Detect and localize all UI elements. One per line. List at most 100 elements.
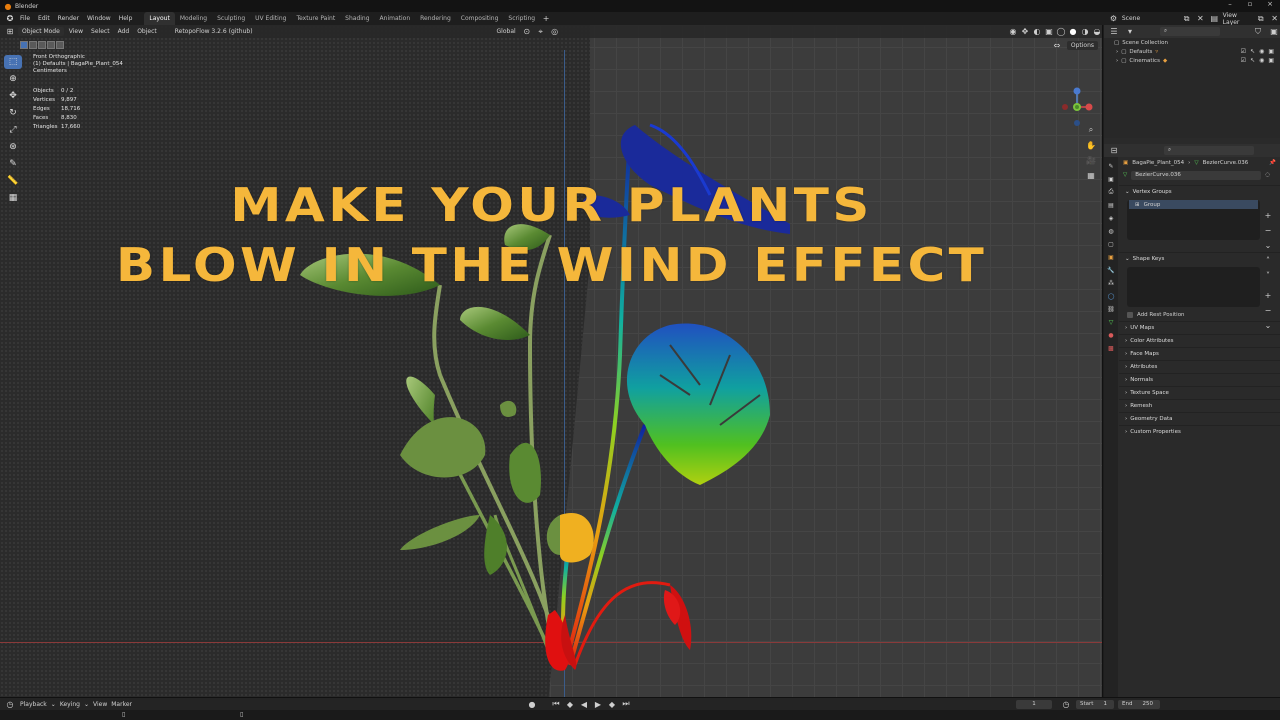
start-frame-field[interactable]: Start 1 [1076, 699, 1114, 709]
annotate-icon[interactable]: ✎ [4, 157, 22, 171]
camera-icon[interactable]: 🎥 [1085, 154, 1097, 166]
vertex-groups-header[interactable]: ⌄ Vertex Groups [1119, 185, 1280, 198]
select-box-icon[interactable]: ⬚ [4, 55, 22, 69]
outliner-root[interactable]: ▢ Scene Collection [1104, 38, 1280, 47]
orientation-select[interactable]: Global [494, 27, 519, 36]
navigation-gizmo[interactable] [1058, 55, 1098, 127]
face-maps-header[interactable]: › Face Maps [1119, 347, 1280, 360]
menu-help[interactable]: Help [115, 12, 137, 25]
cursor-icon[interactable]: ⊕ [4, 72, 22, 86]
uv-maps-header[interactable]: › UV Maps [1119, 321, 1280, 334]
jump-start-icon[interactable]: ⏮ [550, 698, 562, 710]
retopoflow-menu[interactable]: RetopoFlow 3.2.6 (github) [172, 27, 256, 36]
tab-scripting[interactable]: Scripting [503, 12, 540, 25]
data-tab-icon[interactable]: ▽ [1106, 317, 1116, 327]
particles-tab-icon[interactable]: ⁂ [1106, 278, 1116, 288]
move-icon[interactable]: ✥ [4, 89, 22, 103]
view-layer-tab-icon[interactable]: ▤ [1106, 200, 1116, 210]
tab-shading[interactable]: Shading [340, 12, 374, 25]
tab-rendering[interactable]: Rendering [415, 12, 456, 25]
object-tab-icon[interactable]: ▣ [1106, 252, 1116, 262]
tab-texture-paint[interactable]: Texture Paint [291, 12, 340, 25]
menu-file[interactable]: File [16, 12, 34, 25]
display-mode-icon[interactable]: ▾ [1124, 26, 1136, 38]
transform-icon[interactable]: ⊛ [4, 140, 22, 154]
pivot-icon[interactable]: ⊙ [521, 26, 533, 38]
chevron-down-icon[interactable]: ⌄ [1262, 319, 1274, 331]
shape-keys-header[interactable]: ⌄ Shape Keys [1119, 252, 1280, 265]
proportional-edit-icon[interactable]: ◎ [549, 26, 561, 38]
menu-view[interactable]: View [66, 27, 86, 36]
new-layer-icon[interactable]: ⧉ [1255, 13, 1266, 25]
xray-icon[interactable]: ▣ [1043, 26, 1055, 38]
move-up-icon[interactable]: ˄ [1262, 254, 1274, 266]
shading-rendered-icon[interactable]: ◒ [1091, 26, 1102, 38]
tab-sculpting[interactable]: Sculpting [212, 12, 250, 25]
new-scene-icon[interactable]: ⧉ [1181, 13, 1192, 25]
select-intersect-icon[interactable] [56, 40, 64, 49]
add-icon[interactable]: + [1262, 289, 1274, 301]
material-tab-icon[interactable]: ● [1106, 330, 1116, 340]
menu-edit[interactable]: Edit [34, 12, 54, 25]
tab-uv-editing[interactable]: UV Editing [250, 12, 291, 25]
select-arrow-icon[interactable]: ↖ [1250, 57, 1255, 64]
camera-icon[interactable]: ▣ [1268, 48, 1274, 55]
minimize-icon[interactable]: – [1220, 0, 1240, 8]
pin-icon[interactable]: 📌 [1269, 160, 1280, 166]
camera-icon[interactable]: ▣ [1268, 57, 1274, 64]
current-frame-field[interactable]: 1 [1016, 699, 1052, 709]
custom-properties-header[interactable]: › Custom Properties [1119, 425, 1280, 438]
menu-keying[interactable]: Keying [60, 701, 80, 708]
zoom-icon[interactable]: ⌕ [1085, 124, 1097, 136]
texture-space-header[interactable]: › Texture Space [1119, 386, 1280, 399]
delete-scene-icon[interactable]: ✕ [1195, 13, 1206, 25]
output-tab-icon[interactable]: ⎙ [1106, 187, 1116, 197]
constraints-tab-icon[interactable]: ⛓ [1106, 304, 1116, 314]
expand-arrow-icon[interactable]: › [1116, 58, 1118, 64]
3d-viewport[interactable]: ⊞ Object Mode View Select Add Object Ret… [0, 25, 1103, 697]
clock-icon[interactable]: ◷ [1060, 698, 1072, 710]
shading-solid-icon[interactable]: ● [1067, 26, 1079, 38]
scene-tab-icon[interactable]: ◈ [1106, 213, 1116, 223]
add-rest-position-row[interactable]: Add Rest Position [1119, 309, 1280, 321]
editor-type-icon[interactable]: ⊞ [4, 26, 16, 38]
new-collection-icon[interactable]: ▣ [1268, 26, 1280, 38]
menu-object[interactable]: Object [134, 27, 160, 36]
outliner-editor-icon[interactable]: ☰ [1108, 26, 1120, 38]
view-layer-icon[interactable]: ▤ [1209, 13, 1220, 25]
tool-tab-icon[interactable]: ✎ [1106, 161, 1116, 171]
pan-hand-icon[interactable]: ✋ [1085, 139, 1097, 151]
color-attributes-header[interactable]: › Color Attributes [1119, 334, 1280, 347]
world-tab-icon[interactable]: ◍ [1106, 226, 1116, 236]
select-arrow-icon[interactable]: ↖ [1250, 48, 1255, 55]
menu-playback[interactable]: Playback [20, 701, 47, 708]
remove-icon[interactable]: − [1262, 224, 1274, 236]
select-subtract-icon[interactable] [38, 40, 46, 49]
next-key-icon[interactable]: ◆ [606, 698, 618, 710]
add-icon[interactable]: + [1262, 209, 1274, 221]
menu-window[interactable]: Window [83, 12, 115, 25]
eye-icon[interactable]: ◉ [1259, 57, 1264, 64]
shading-material-icon[interactable]: ◑ [1079, 26, 1091, 38]
remesh-header[interactable]: › Remesh [1119, 399, 1280, 412]
timeline-editor-icon[interactable]: ◷ [4, 698, 16, 710]
tab-modeling[interactable]: Modeling [175, 12, 212, 25]
select-extend-icon[interactable] [29, 40, 37, 49]
select-invert-icon[interactable] [47, 40, 55, 49]
filter-icon[interactable]: ⛉ [1252, 26, 1264, 38]
properties-search-input[interactable]: ⌕ [1164, 146, 1254, 155]
record-icon[interactable]: ● [526, 698, 538, 710]
shape-keys-list[interactable] [1127, 267, 1260, 307]
shading-wire-icon[interactable]: ◯ [1055, 26, 1067, 38]
menu-add[interactable]: Add [115, 27, 133, 36]
checkbox-icon[interactable] [1127, 312, 1133, 318]
view-layer-name[interactable]: View Layer [1223, 12, 1253, 26]
gizmo-icon[interactable]: ✥ [1019, 26, 1031, 38]
options-button[interactable]: Options [1066, 40, 1098, 50]
transform-affect-icon[interactable]: ⇔ [1051, 39, 1063, 51]
delete-layer-icon[interactable]: ✕ [1269, 13, 1280, 25]
prev-key-icon[interactable]: ◆ [564, 698, 576, 710]
modifier-tab-icon[interactable]: 🔧 [1106, 265, 1116, 275]
remove-icon[interactable]: − [1262, 304, 1274, 316]
checkbox-icon[interactable]: ☑ [1241, 48, 1246, 55]
